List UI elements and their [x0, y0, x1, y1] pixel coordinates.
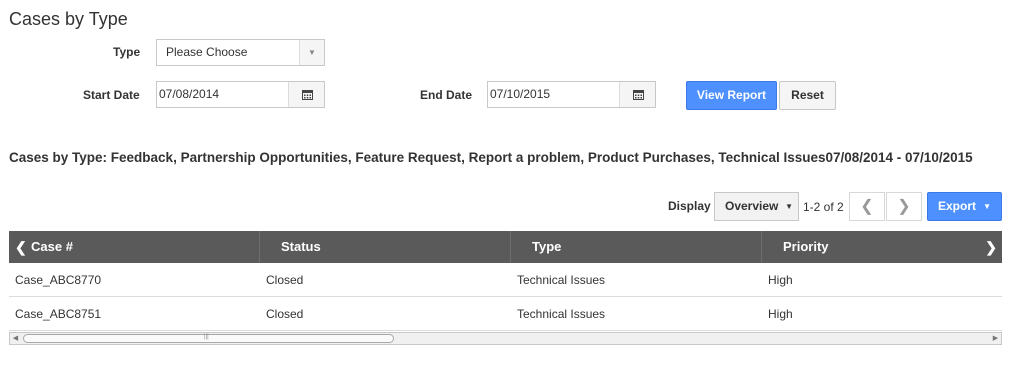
- export-label: Export: [938, 199, 977, 213]
- end-date-label: End Date: [420, 88, 473, 102]
- chevron-left-icon: ❮: [860, 198, 874, 215]
- view-report-button[interactable]: View Report: [686, 81, 777, 110]
- cell-priority: High: [768, 307, 793, 321]
- scroll-right-icon[interactable]: ❯: [985, 231, 997, 263]
- end-date-value: 07/10/2015: [490, 87, 551, 101]
- horizontal-scrollbar[interactable]: ◀ ||| ▶: [9, 332, 1002, 345]
- cell-case[interactable]: Case_ABC8751: [15, 297, 101, 331]
- type-select[interactable]: Please Choose ▼: [156, 39, 325, 66]
- display-select-value: Overview: [725, 199, 779, 213]
- type-select-value: Please Choose: [166, 45, 248, 59]
- cell-status: Closed: [266, 273, 304, 287]
- chevron-right-icon: ❯: [897, 198, 911, 215]
- chevron-down-icon: ▼: [983, 202, 991, 211]
- type-label: Type: [113, 45, 141, 59]
- chevron-down-icon: ▼: [785, 202, 793, 211]
- column-header-case[interactable]: Case #: [9, 231, 260, 263]
- start-date-field[interactable]: 07/08/2014: [156, 81, 325, 108]
- start-date-label: Start Date: [83, 88, 140, 102]
- start-date-value: 07/08/2014: [159, 87, 220, 101]
- calendar-icon[interactable]: [619, 82, 655, 107]
- reset-button[interactable]: Reset: [779, 81, 836, 110]
- page-count: 1-2 of 2: [803, 200, 844, 214]
- table-row[interactable]: Case_ABC8770 Closed Technical Issues Hig…: [9, 263, 1002, 297]
- display-select[interactable]: Overview ▼: [714, 192, 799, 221]
- display-label: Display: [668, 199, 711, 213]
- next-page-button[interactable]: ❯: [886, 192, 922, 221]
- chevron-down-icon: ▼: [299, 40, 324, 65]
- export-button[interactable]: Export ▼: [927, 192, 1002, 221]
- cases-table: ❮ Case # Status Type Priority ❯ Case_ABC…: [9, 231, 1002, 345]
- grip-icon: |||: [204, 334, 209, 340]
- cell-status: Closed: [266, 307, 304, 321]
- column-header-priority[interactable]: Priority: [762, 231, 1002, 263]
- cell-priority: High: [768, 273, 793, 287]
- page-title: Cases by Type: [9, 9, 128, 29]
- calendar-icon[interactable]: [288, 82, 324, 107]
- cell-type: Technical Issues: [517, 307, 606, 321]
- scroll-left-arrow-icon[interactable]: ◀: [10, 333, 21, 344]
- scroll-right-arrow-icon[interactable]: ▶: [990, 333, 1001, 344]
- cell-type: Technical Issues: [517, 273, 606, 287]
- report-heading: Cases by Type: Feedback, Partnership Opp…: [9, 150, 973, 165]
- column-header-type[interactable]: Type: [511, 231, 762, 263]
- table-row[interactable]: Case_ABC8751 Closed Technical Issues Hig…: [9, 297, 1002, 331]
- end-date-field[interactable]: 07/10/2015: [487, 81, 656, 108]
- table-header: ❮ Case # Status Type Priority ❯: [9, 231, 1002, 263]
- cell-case[interactable]: Case_ABC8770: [15, 263, 101, 297]
- prev-page-button[interactable]: ❮: [849, 192, 885, 221]
- column-header-status[interactable]: Status: [260, 231, 511, 263]
- scrollbar-thumb[interactable]: |||: [23, 334, 394, 343]
